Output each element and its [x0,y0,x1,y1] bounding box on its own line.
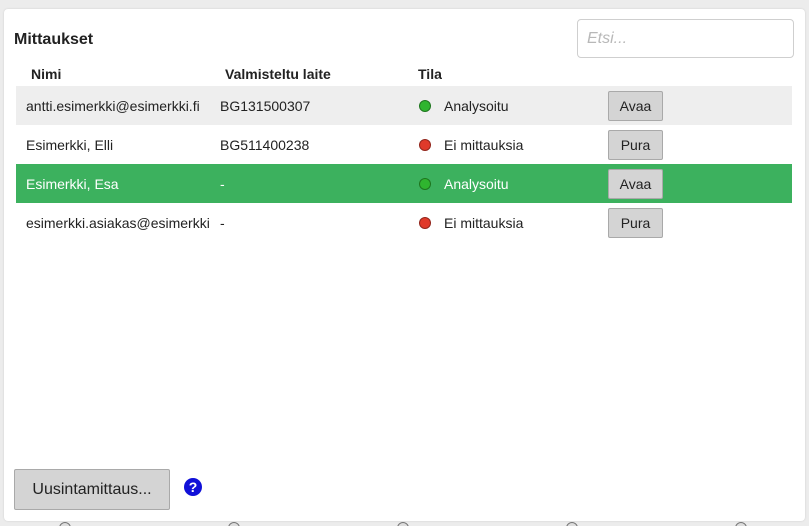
unpair-button[interactable]: Pura [608,208,663,238]
row-name: esimerkki.asiakas@esimerkki.fi [26,215,211,231]
table-row[interactable]: Esimerkki, Elli BG511400238 Ei mittauksi… [16,125,792,164]
row-device: - [220,215,225,231]
table-header: Nimi Valmisteltu laite Tila [16,65,792,85]
column-header-status: Tila [418,66,442,82]
row-status: Analysoitu [444,176,509,192]
row-device: BG131500307 [220,98,311,114]
row-status: Ei mittauksia [444,215,524,231]
open-button[interactable]: Avaa [608,169,663,199]
status-dot-icon [419,178,431,190]
background-dots [0,521,809,526]
measurements-panel: Mittaukset Nimi Valmisteltu laite Tila a… [4,9,805,521]
help-icon[interactable]: ? [184,478,202,496]
table-row[interactable]: antti.esimerkki@esimerkki.fi BG131500307… [16,86,792,125]
column-header-device: Valmisteltu laite [225,66,331,82]
row-status: Ei mittauksia [444,137,524,153]
row-status: Analysoitu [444,98,509,114]
status-dot-icon [419,217,431,229]
open-button[interactable]: Avaa [608,91,663,121]
panel-title: Mittaukset [14,31,94,48]
status-dot-icon [419,100,431,112]
status-dot-icon [419,139,431,151]
column-header-name: Nimi [31,66,62,82]
row-name: Esimerkki, Elli [26,137,114,153]
remeasure-button[interactable]: Uusintamittaus... [14,469,170,510]
measurements-table: antti.esimerkki@esimerkki.fi BG131500307… [16,86,792,242]
row-device: - [220,176,225,192]
row-device: BG511400238 [220,137,310,153]
row-name: antti.esimerkki@esimerkki.fi [26,98,200,114]
row-name: Esimerkki, Esa [26,176,119,192]
table-row[interactable]: Esimerkki, Esa - Analysoitu Avaa [16,164,792,203]
table-row[interactable]: esimerkki.asiakas@esimerkki.fi - Ei mitt… [16,203,792,242]
search-input[interactable] [577,19,794,58]
unpair-button[interactable]: Pura [608,130,663,160]
